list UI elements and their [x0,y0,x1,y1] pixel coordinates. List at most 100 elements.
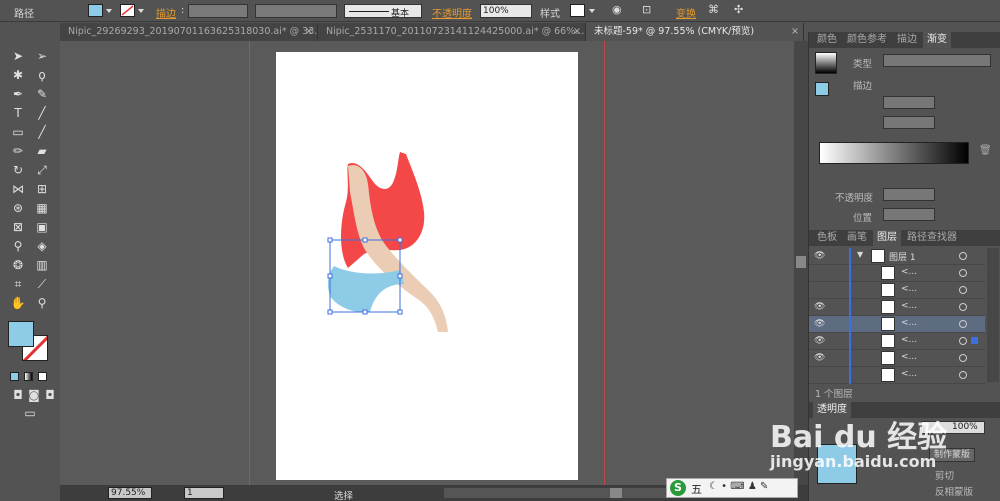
target-icon[interactable] [959,252,967,260]
magic-wand-icon[interactable]: ✱ [9,67,27,83]
eye-icon[interactable]: 👁 [814,319,825,329]
page-field[interactable]: 1 [184,487,224,499]
tab-document-3[interactable]: 未标题-59* @ 97.55% (CMYK/预览) × [586,23,804,41]
close-icon[interactable]: × [791,23,799,41]
direct-selection-icon[interactable]: ➢ [33,48,51,64]
curvature-icon[interactable]: ✎ [33,86,51,102]
none-mode-icon[interactable] [38,372,47,381]
free-transform-icon[interactable]: ⊞ [33,181,51,197]
slice-icon[interactable]: ⟋ [33,276,51,292]
layers-scrollbar[interactable] [987,248,999,382]
aspect-field[interactable] [883,116,935,129]
eye-icon[interactable]: 👁 [814,251,825,261]
target-icon[interactable] [959,303,967,311]
target-icon[interactable] [959,354,967,362]
sublayer-row[interactable]: <... [809,282,985,299]
target-icon[interactable] [959,320,967,328]
tab-layers[interactable]: 图层 [873,230,901,246]
tab-color-guide[interactable]: 颜色参考 [843,32,891,48]
gradient-preview[interactable] [815,52,837,74]
gradient-mode-icon[interactable] [24,372,33,381]
target-icon[interactable] [959,337,967,345]
scroll-thumb[interactable] [610,488,622,498]
zoom-icon[interactable]: ⚲ [33,295,51,311]
ime-toolbar[interactable]: S 五 ☾ • ⌨ ♟ ✎ [666,478,798,498]
lasso-icon[interactable]: ϙ [33,67,51,83]
target-icon[interactable] [959,286,967,294]
shape-builder-icon[interactable]: ⊛ [9,200,27,216]
style-dropdown-icon[interactable] [589,9,595,13]
align-icon[interactable]: ⊡ [642,3,651,16]
width-tool-icon[interactable]: ⋈ [9,181,27,197]
stroke-dropdown-icon[interactable] [138,9,144,13]
color-mode-icon[interactable] [10,372,19,381]
paintbrush-icon[interactable]: ╱ [33,124,51,140]
scroll-thumb[interactable] [796,256,806,268]
tab-stroke[interactable]: 描边 [893,32,921,48]
stroke-label[interactable]: 描边 [156,5,176,20]
tab-color[interactable]: 颜色 [813,32,841,48]
target-icon[interactable] [959,371,967,379]
gradient-location-field[interactable] [883,208,935,221]
mesh-icon[interactable]: ⊠ [9,219,27,235]
close-icon[interactable]: × [305,23,313,41]
graph-icon[interactable]: ▥ [33,257,51,273]
sublayer-row[interactable]: 👁 <... [809,316,985,333]
tab-swatches[interactable]: 色板 [813,230,841,246]
hand-icon[interactable]: ✋ [9,295,27,311]
close-icon[interactable]: × [573,23,581,41]
scale-icon[interactable]: ⤢ [33,162,51,178]
eye-icon[interactable]: 👁 [814,302,825,312]
tab-gradient[interactable]: 渐变 [923,32,951,48]
selection-tool-icon[interactable]: ➤ [9,48,27,64]
transform-label[interactable]: 变换 [676,5,696,20]
eye-icon[interactable]: 👁 [814,336,825,346]
trash-icon[interactable]: 🗑 [979,145,992,156]
gradient-type-dropdown[interactable] [883,54,991,67]
symbol-sprayer-icon[interactable]: ❂ [9,257,27,273]
artwork-figure[interactable] [276,52,578,480]
pen-tool-icon[interactable]: ✒ [9,86,27,102]
pencil-icon[interactable]: ✏ [9,143,27,159]
arrange-icon[interactable]: ✣ [734,3,743,16]
canvas-area[interactable] [60,41,794,485]
layer-row[interactable]: 👁 ▼ 图层 1 [809,248,985,265]
isolate-icon[interactable]: ⌘ [708,3,719,16]
stroke-weight-field[interactable] [188,4,248,18]
artboard[interactable] [276,52,578,480]
rectangle-tool-icon[interactable]: ▭ [9,124,27,140]
angle-field[interactable] [883,96,935,109]
variable-width-dropdown[interactable] [255,4,337,18]
sublayer-row[interactable]: <... [809,265,985,282]
expand-icon[interactable]: ▼ [857,250,863,259]
tab-document-1[interactable]: Nipic_29269293_20190701163625318030.ai* … [60,23,318,41]
fill-swatch[interactable] [88,4,103,17]
artboard-icon[interactable]: ⌗ [9,276,27,292]
eye-icon[interactable]: 👁 [814,353,825,363]
tab-pathfinder[interactable]: 路径查找器 [903,230,961,246]
tab-document-2[interactable]: Nipic_2531170_20110723141124425000.ai* @… [318,23,586,41]
eraser-icon[interactable]: ▰ [33,143,51,159]
fill-dropdown-icon[interactable] [106,9,112,13]
type-tool-icon[interactable]: T [9,105,27,121]
eyedropper-icon[interactable]: ⚲ [9,238,27,254]
gradient-opacity-field[interactable] [883,188,935,201]
sublayer-row[interactable]: 👁 <... [809,333,985,350]
opacity-label[interactable]: 不透明度 [432,5,472,20]
zoom-field[interactable]: 97.55% [108,487,152,499]
panel-fill-swatch[interactable] [815,82,829,96]
style-swatch[interactable] [570,4,585,17]
opacity-field[interactable]: 100% [480,4,532,18]
gradient-icon[interactable]: ▣ [33,219,51,235]
sublayer-row[interactable]: 👁 <... [809,299,985,316]
stroke-swatch[interactable] [120,4,135,17]
screen-mode-icon[interactable]: ▭ [21,405,39,421]
ime-icons[interactable]: ☾ • ⌨ ♟ ✎ [709,481,768,492]
sublayer-row[interactable]: <... [809,367,985,384]
target-icon[interactable] [959,269,967,277]
brush-dropdown[interactable]: 基本 [344,4,422,19]
draw-inside-icon[interactable]: ◘ [41,387,59,403]
clip-checkbox-label[interactable]: 剪切 [935,468,954,482]
rotate-icon[interactable]: ↻ [9,162,27,178]
invert-mask-label[interactable]: 反相蒙版 [935,484,973,498]
